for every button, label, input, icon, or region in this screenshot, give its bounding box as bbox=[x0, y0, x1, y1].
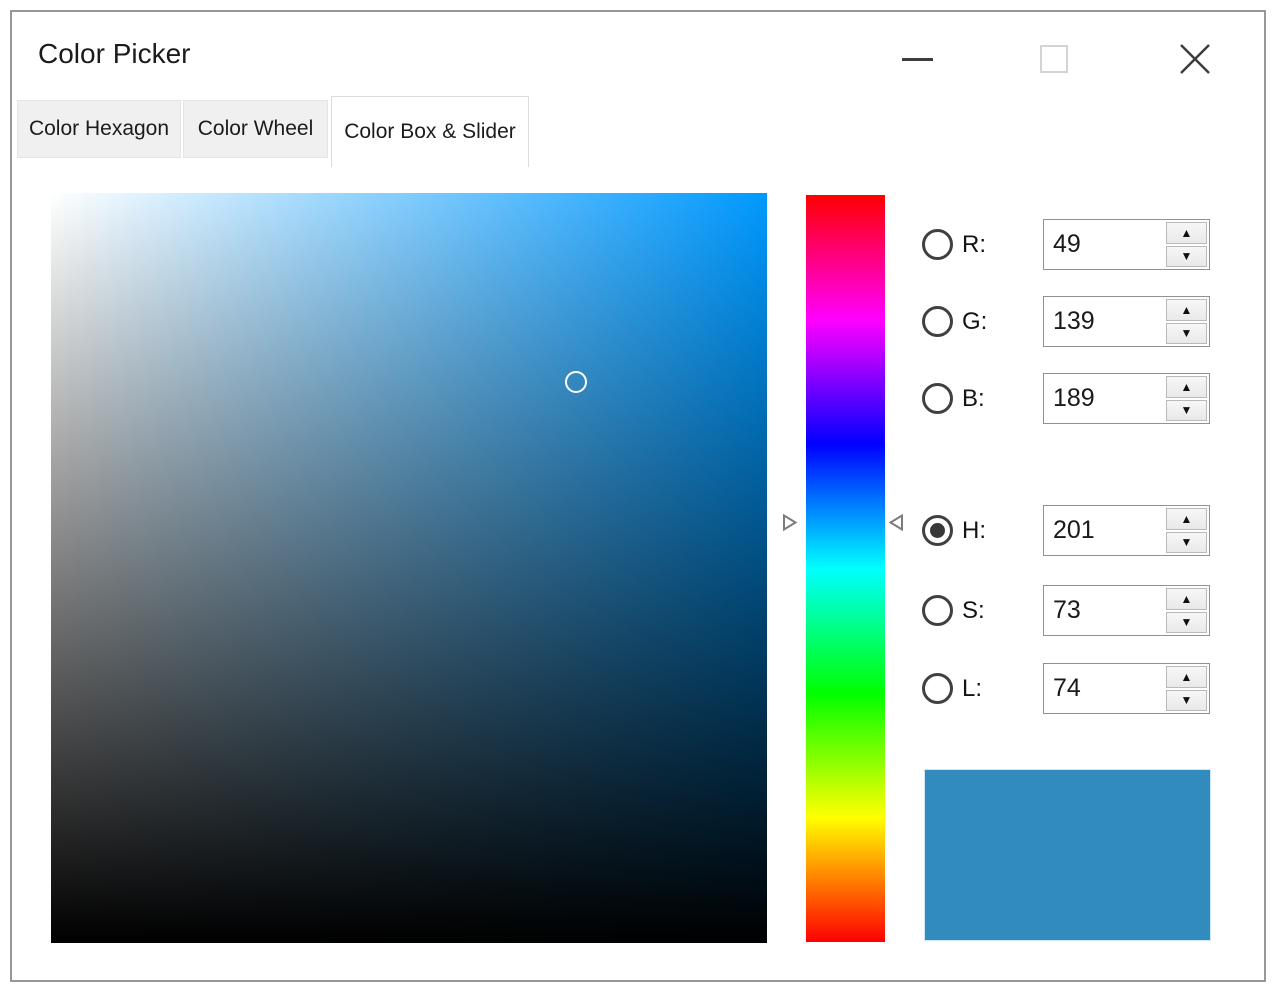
g-spin-down-button[interactable]: ▼ bbox=[1166, 323, 1207, 345]
b-spin-buttons: ▲ ▼ bbox=[1164, 374, 1209, 423]
spinbox-b: 189 ▲ ▼ bbox=[1043, 373, 1210, 424]
color-box-selection-marker[interactable] bbox=[565, 371, 587, 393]
s-spin-buttons: ▲ ▼ bbox=[1164, 586, 1209, 635]
g-spin-up-button[interactable]: ▲ bbox=[1166, 299, 1207, 321]
down-arrow-icon: ▼ bbox=[1181, 250, 1193, 262]
r-spin-up-button[interactable]: ▲ bbox=[1166, 222, 1207, 244]
up-arrow-icon: ▲ bbox=[1181, 381, 1193, 393]
up-arrow-icon: ▲ bbox=[1181, 513, 1193, 525]
close-icon bbox=[1179, 43, 1211, 75]
channel-label-g: G: bbox=[962, 308, 1006, 336]
s-spin-up-button[interactable]: ▲ bbox=[1166, 588, 1207, 610]
channel-label-l: L: bbox=[962, 675, 1006, 703]
hue-slider[interactable] bbox=[806, 195, 885, 942]
up-arrow-icon: ▲ bbox=[1181, 671, 1193, 683]
channel-label-r: R: bbox=[962, 231, 1006, 259]
channel-row-h: H: 201 ▲ ▼ bbox=[922, 505, 1210, 556]
minimize-icon bbox=[902, 58, 933, 61]
maximize-button[interactable] bbox=[1031, 36, 1077, 82]
spinbox-r: 49 ▲ ▼ bbox=[1043, 219, 1210, 270]
h-spin-up-button[interactable]: ▲ bbox=[1166, 508, 1207, 530]
tab-label: Color Hexagon bbox=[29, 117, 169, 141]
channel-label-h: H: bbox=[962, 517, 1006, 545]
l-value-input[interactable]: 74 bbox=[1044, 664, 1164, 713]
h-spin-down-button[interactable]: ▼ bbox=[1166, 532, 1207, 554]
down-arrow-icon: ▼ bbox=[1181, 616, 1193, 628]
radio-g[interactable] bbox=[922, 306, 953, 337]
hue-slider-right-marker-icon[interactable] bbox=[888, 513, 905, 532]
tab-strip: Color Hexagon Color Wheel Color Box & Sl… bbox=[12, 96, 1264, 168]
channel-row-b: B: 189 ▲ ▼ bbox=[922, 373, 1210, 424]
b-spin-up-button[interactable]: ▲ bbox=[1166, 376, 1207, 398]
down-arrow-icon: ▼ bbox=[1181, 536, 1193, 548]
down-arrow-icon: ▼ bbox=[1181, 404, 1193, 416]
tab-color-box-slider[interactable]: Color Box & Slider bbox=[331, 96, 529, 167]
spinbox-s: 73 ▲ ▼ bbox=[1043, 585, 1210, 636]
radio-b[interactable] bbox=[922, 383, 953, 414]
tab-label: Color Wheel bbox=[198, 117, 314, 141]
tab-color-hexagon[interactable]: Color Hexagon bbox=[17, 100, 181, 158]
up-arrow-icon: ▲ bbox=[1181, 304, 1193, 316]
b-value-input[interactable]: 189 bbox=[1044, 374, 1164, 423]
r-spin-down-button[interactable]: ▼ bbox=[1166, 246, 1207, 268]
title-bar: Color Picker bbox=[12, 12, 1264, 98]
up-arrow-icon: ▲ bbox=[1181, 227, 1193, 239]
channel-row-g: G: 139 ▲ ▼ bbox=[922, 296, 1210, 347]
channel-label-s: S: bbox=[962, 597, 1006, 625]
selected-color-swatch bbox=[924, 769, 1211, 941]
hue-slider-left-marker-icon[interactable] bbox=[781, 513, 798, 532]
s-spin-down-button[interactable]: ▼ bbox=[1166, 612, 1207, 634]
l-spin-buttons: ▲ ▼ bbox=[1164, 664, 1209, 713]
down-arrow-icon: ▼ bbox=[1181, 694, 1193, 706]
up-arrow-icon: ▲ bbox=[1181, 593, 1193, 605]
channel-label-b: B: bbox=[962, 385, 1006, 413]
maximize-icon bbox=[1040, 45, 1068, 73]
b-spin-down-button[interactable]: ▼ bbox=[1166, 400, 1207, 422]
radio-s[interactable] bbox=[922, 595, 953, 626]
spinbox-h: 201 ▲ ▼ bbox=[1043, 505, 1210, 556]
close-button[interactable] bbox=[1172, 36, 1218, 82]
channel-row-l: L: 74 ▲ ▼ bbox=[922, 663, 1210, 714]
tab-label: Color Box & Slider bbox=[344, 120, 516, 144]
g-spin-buttons: ▲ ▼ bbox=[1164, 297, 1209, 346]
g-value-input[interactable]: 139 bbox=[1044, 297, 1164, 346]
down-arrow-icon: ▼ bbox=[1181, 327, 1193, 339]
tab-color-wheel[interactable]: Color Wheel bbox=[183, 100, 328, 158]
radio-r[interactable] bbox=[922, 229, 953, 260]
saturation-value-box[interactable] bbox=[51, 193, 767, 943]
spinbox-l: 74 ▲ ▼ bbox=[1043, 663, 1210, 714]
r-spin-buttons: ▲ ▼ bbox=[1164, 220, 1209, 269]
h-value-input[interactable]: 201 bbox=[1044, 506, 1164, 555]
s-value-input[interactable]: 73 bbox=[1044, 586, 1164, 635]
color-picker-window: Color Picker Color Hexagon Color Wheel C… bbox=[10, 10, 1266, 982]
radio-h[interactable] bbox=[922, 515, 953, 546]
minimize-button[interactable] bbox=[894, 36, 940, 82]
l-spin-up-button[interactable]: ▲ bbox=[1166, 666, 1207, 688]
radio-l[interactable] bbox=[922, 673, 953, 704]
channel-row-r: R: 49 ▲ ▼ bbox=[922, 219, 1210, 270]
channel-row-s: S: 73 ▲ ▼ bbox=[922, 585, 1210, 636]
r-value-input[interactable]: 49 bbox=[1044, 220, 1164, 269]
window-title: Color Picker bbox=[38, 38, 190, 70]
l-spin-down-button[interactable]: ▼ bbox=[1166, 690, 1207, 712]
h-spin-buttons: ▲ ▼ bbox=[1164, 506, 1209, 555]
spinbox-g: 139 ▲ ▼ bbox=[1043, 296, 1210, 347]
